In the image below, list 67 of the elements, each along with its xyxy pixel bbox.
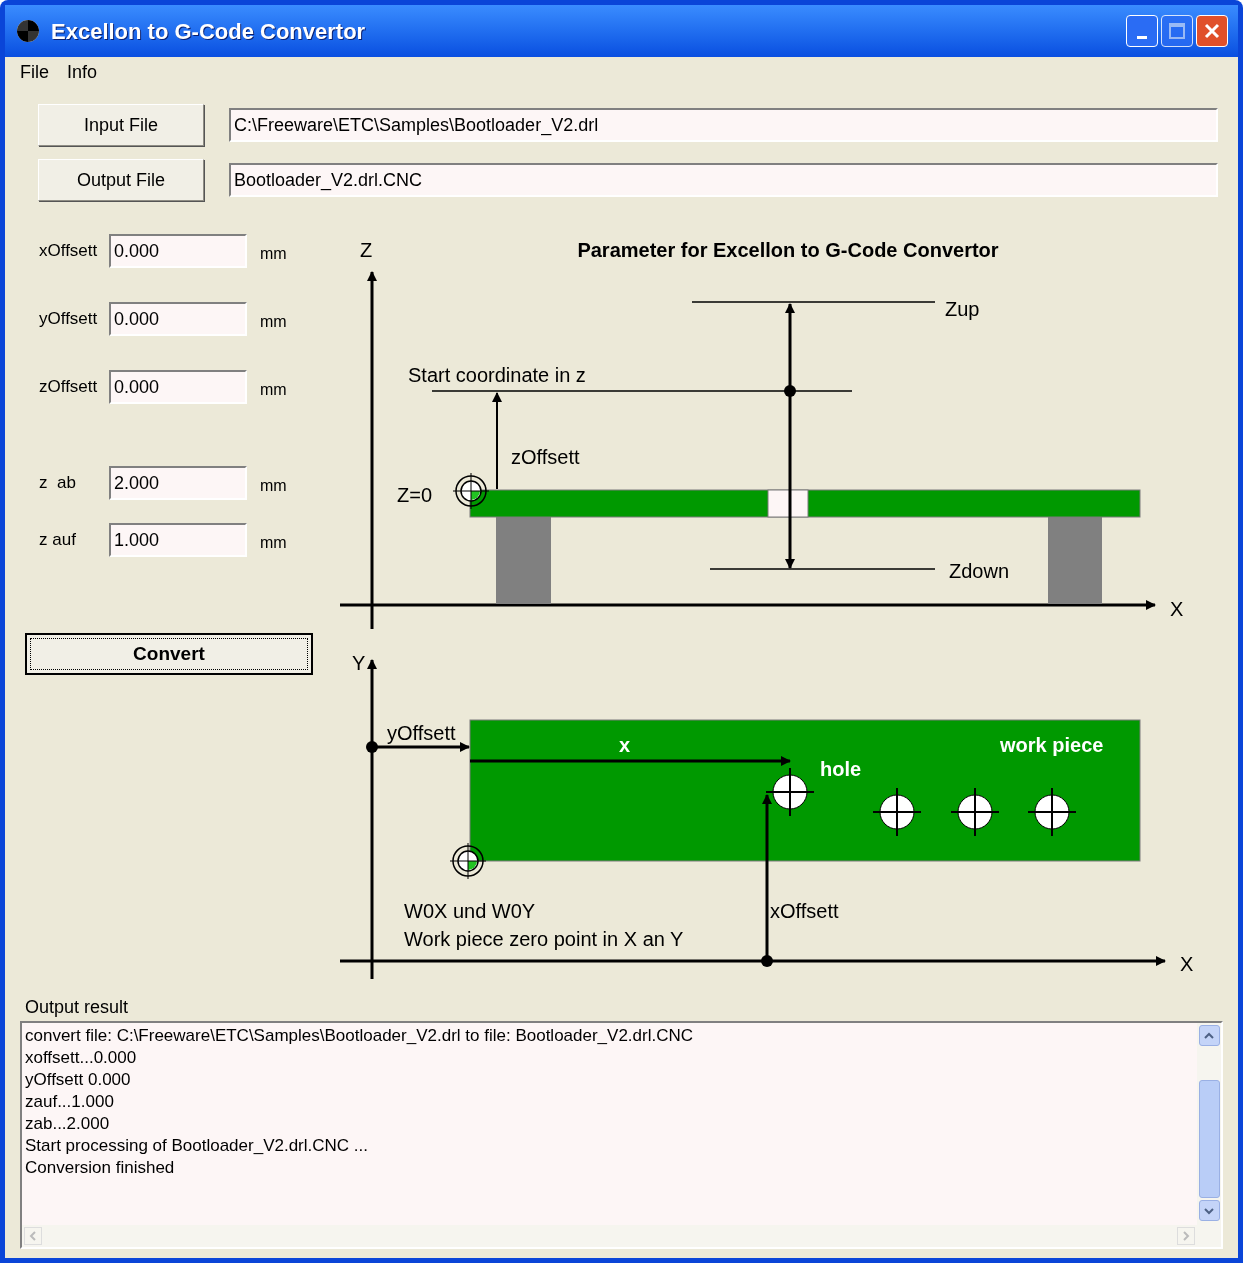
zdown-label: Zdown	[949, 560, 1010, 582]
zup-label: Zup	[945, 298, 980, 320]
file-path-field[interactable]: C:\Freeware\ETC\Samples\Bootloader_V2.drl	[229, 108, 1218, 142]
x-label: x	[619, 734, 631, 756]
x-axis-label: X	[1180, 953, 1194, 975]
diagram-title: Parameter for Excellon to G-Code Convertor	[577, 239, 999, 261]
zero-point-icon	[449, 842, 487, 880]
y-offset-label: yOffsett	[387, 722, 456, 744]
x-offset-label: xOffsett	[770, 900, 839, 922]
unit-label: mm	[260, 312, 287, 332]
parameter-field[interactable]: 1.000	[109, 523, 247, 557]
unit-label: mm	[260, 533, 287, 553]
parameter-label: z ab	[38, 472, 77, 495]
convert-button[interactable]: Convert	[25, 633, 313, 675]
menu-item[interactable]: Info	[67, 58, 98, 86]
parameter-label: yOffsett	[38, 308, 99, 331]
zero-point-label: Work piece zero point in X an Y	[404, 928, 684, 950]
hole-square	[767, 489, 809, 518]
start-label: Start coordinate in z	[408, 364, 586, 386]
minimize-icon	[1137, 36, 1147, 39]
output-line: Conversion finished	[25, 1157, 176, 1179]
output-text-area[interactable]	[20, 1021, 1223, 1249]
y-axis-label: Y	[352, 652, 366, 674]
unit-label: mm	[260, 380, 287, 400]
parameter-field[interactable]: 0.000	[109, 302, 247, 336]
hole-label: hole	[820, 758, 862, 780]
close-button[interactable]	[1196, 15, 1228, 47]
file-button[interactable]: Input File	[38, 104, 204, 146]
hole-icon	[1027, 787, 1077, 837]
hole-icon	[765, 767, 815, 817]
menu-item[interactable]: File	[20, 58, 49, 86]
z-zero-label: Z=0	[397, 484, 433, 506]
output-label: Output result	[25, 996, 130, 1019]
file-button[interactable]: Output File	[38, 159, 204, 201]
zero-point-label: W0X und W0Y	[404, 900, 536, 922]
output-line: zab...2.000	[25, 1113, 111, 1135]
zero-point-icon	[452, 472, 490, 510]
window-title: Excellon to G-Code Convertor	[51, 17, 366, 46]
app-logo-icon	[15, 18, 41, 44]
maximize-button[interactable]	[1161, 15, 1193, 47]
output-line: convert file: C:\Freeware\ETC\Samples\Bootloader_V2.drl to file: Bootloader_V2.drl.CNC	[25, 1025, 695, 1047]
vertical-scrollbar[interactable]	[1197, 1023, 1221, 1247]
unit-label: mm	[260, 244, 287, 264]
parameter-field[interactable]: 0.000	[109, 370, 247, 404]
minimize-button[interactable]	[1126, 15, 1158, 47]
hole-icon	[950, 787, 1000, 837]
z-offset-label: zOffsett	[511, 446, 580, 468]
parameter-label: z auf	[38, 529, 77, 552]
parameter-label: zOffsett	[38, 376, 99, 399]
maximize-icon	[1169, 23, 1185, 39]
parameter-field[interactable]: 2.000	[109, 466, 247, 500]
x-axis-label: X	[1170, 598, 1184, 620]
unit-label: mm	[260, 476, 287, 496]
work-piece-label: work piece	[1000, 734, 1104, 756]
output-line: Start processing of Bootloader_V2.drl.CNC ...	[25, 1135, 369, 1157]
scroll-up-icon[interactable]	[1198, 1025, 1220, 1046]
parameter-field[interactable]: 0.000	[109, 234, 247, 268]
z-axis-label: Z	[360, 239, 373, 261]
scroll-thumb[interactable]	[1198, 1080, 1220, 1198]
output-line: yOffsett 0.000	[25, 1069, 132, 1091]
parameter-label: xOffsett	[38, 240, 99, 263]
hole-icon	[872, 787, 922, 837]
output-line: zauf...1.000	[25, 1091, 115, 1113]
close-icon	[1204, 23, 1220, 39]
file-path-field[interactable]: Bootloader_V2.drl.CNC	[229, 163, 1218, 197]
scroll-down-icon[interactable]	[1198, 1200, 1220, 1221]
output-line: xoffsett...0.000	[25, 1047, 138, 1069]
